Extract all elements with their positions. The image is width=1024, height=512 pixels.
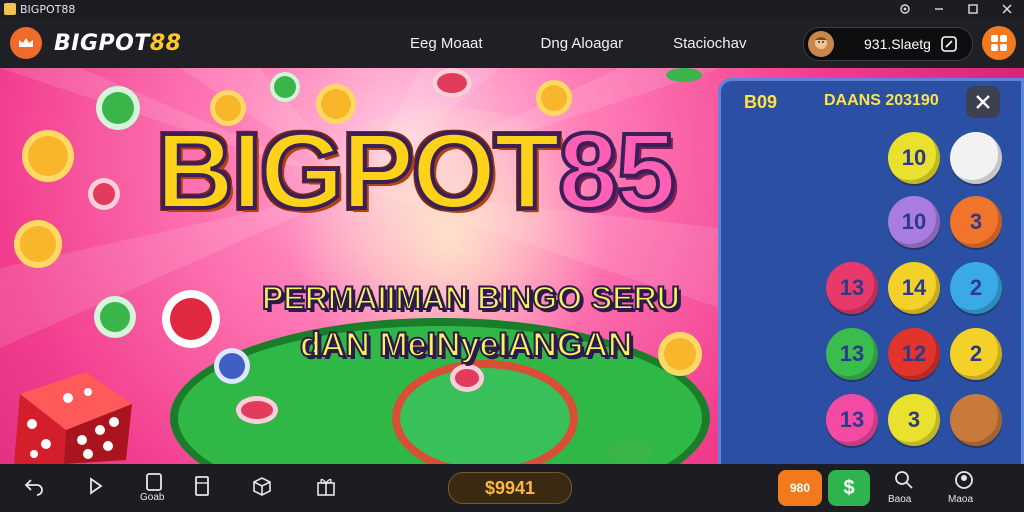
search-icon[interactable] <box>892 468 916 492</box>
hero-subtitle-line1: PERMAIIMAN BINGO SERU <box>261 279 681 317</box>
coin-button[interactable]: 980 <box>778 470 822 506</box>
gold-coin <box>22 130 74 182</box>
crown-icon[interactable] <box>10 27 42 59</box>
app-window: BIGPOT88 BIGPOT88 Eeg Moaat Dng Aloagar … <box>0 0 1024 512</box>
nav-item-2[interactable]: Dng Aloagar <box>541 35 624 52</box>
dollar-icon: $ <box>843 476 855 499</box>
green-chip <box>94 296 136 338</box>
bingo-ball[interactable] <box>950 132 1002 184</box>
close-icon <box>976 95 990 109</box>
main-nav: Eeg Moaat Dng Aloagar Staciochav <box>410 18 804 68</box>
avatar <box>808 31 834 57</box>
green-chip <box>608 440 652 464</box>
brand-logo[interactable]: BIGPOT88 <box>54 31 181 56</box>
window-title: BIGPOT88 <box>20 2 76 16</box>
blue-chip <box>214 348 250 384</box>
window-titlebar: BIGPOT88 <box>0 0 1024 18</box>
user-balance: 931.Slaetg <box>864 36 931 52</box>
bingo-draw-date: DAANS 203190 <box>824 92 939 109</box>
minimize-button[interactable] <box>922 0 956 18</box>
nav-item-3[interactable]: Staciochav <box>673 35 746 52</box>
top-header: BIGPOT88 Eeg Moaat Dng Aloagar Staciocha… <box>0 18 1024 68</box>
red-chip <box>162 290 220 348</box>
gold-coin <box>14 220 62 268</box>
bingo-ball[interactable]: 2 <box>950 262 1002 314</box>
bingo-ball[interactable]: 10 <box>888 132 940 184</box>
settings-icon[interactable] <box>888 0 922 18</box>
gift-icon[interactable] <box>314 474 338 498</box>
bingo-ball[interactable] <box>950 394 1002 446</box>
toolbar-label-3: Maoa <box>948 494 974 505</box>
close-window-button[interactable] <box>990 0 1024 18</box>
grid-menu-button[interactable] <box>982 26 1016 60</box>
bingo-ball[interactable]: 12 <box>888 328 940 380</box>
bingo-ball[interactable]: 13 <box>826 328 878 380</box>
maximize-button[interactable] <box>956 0 990 18</box>
bingo-panel: B09 DAANS 203190 10 10 3 13 14 2 13 12 2 13 3 <box>718 78 1024 478</box>
red-chip <box>450 364 484 392</box>
bingo-ball[interactable]: 3 <box>950 196 1002 248</box>
wallet-amount[interactable]: $9941 <box>448 472 572 504</box>
profile-icon[interactable] <box>952 468 976 492</box>
user-account-pill[interactable]: 931.Slaetg <box>803 27 973 61</box>
dollar-button[interactable]: $ <box>828 470 870 506</box>
green-chip <box>96 86 140 130</box>
back-icon[interactable] <box>22 474 46 498</box>
forward-icon[interactable] <box>84 474 108 498</box>
bingo-ball[interactable]: 3 <box>888 394 940 446</box>
bingo-ball[interactable]: 2 <box>950 328 1002 380</box>
brand-logo-suffix: 88 <box>149 30 182 56</box>
toolbar-label-1: Goab <box>140 492 165 503</box>
bingo-ball[interactable]: 14 <box>888 262 940 314</box>
nav-item-1[interactable]: Eeg Moaat <box>410 35 483 52</box>
hero-title-part2: 85 <box>556 110 678 231</box>
card-icon[interactable] <box>142 470 166 494</box>
bingo-ball[interactable]: 13 <box>826 262 878 314</box>
green-chip <box>270 72 300 102</box>
edit-icon[interactable] <box>939 34 959 54</box>
red-chip <box>432 68 472 98</box>
toolbar-label-2: Baoa <box>888 494 912 505</box>
brand-logo-prefix: BIGPOT <box>54 30 150 56</box>
red-chip <box>236 396 278 424</box>
box-icon[interactable] <box>250 474 274 498</box>
gold-coin <box>658 332 702 376</box>
bingo-ball[interactable]: 10 <box>888 196 940 248</box>
game-table-center <box>400 368 570 464</box>
document-icon[interactable] <box>190 474 214 498</box>
hero-title-part1: BIGPOT <box>154 110 562 231</box>
close-panel-button[interactable] <box>966 86 1000 118</box>
dice-icon <box>14 372 132 464</box>
app-icon <box>4 3 16 15</box>
bingo-ball[interactable]: 13 <box>826 394 878 446</box>
green-chip <box>666 68 702 82</box>
hero-subtitle-line2: dAN MeINyeIANGAN <box>299 325 633 365</box>
bingo-card-id: B09 <box>744 92 778 112</box>
red-chip <box>88 178 120 210</box>
